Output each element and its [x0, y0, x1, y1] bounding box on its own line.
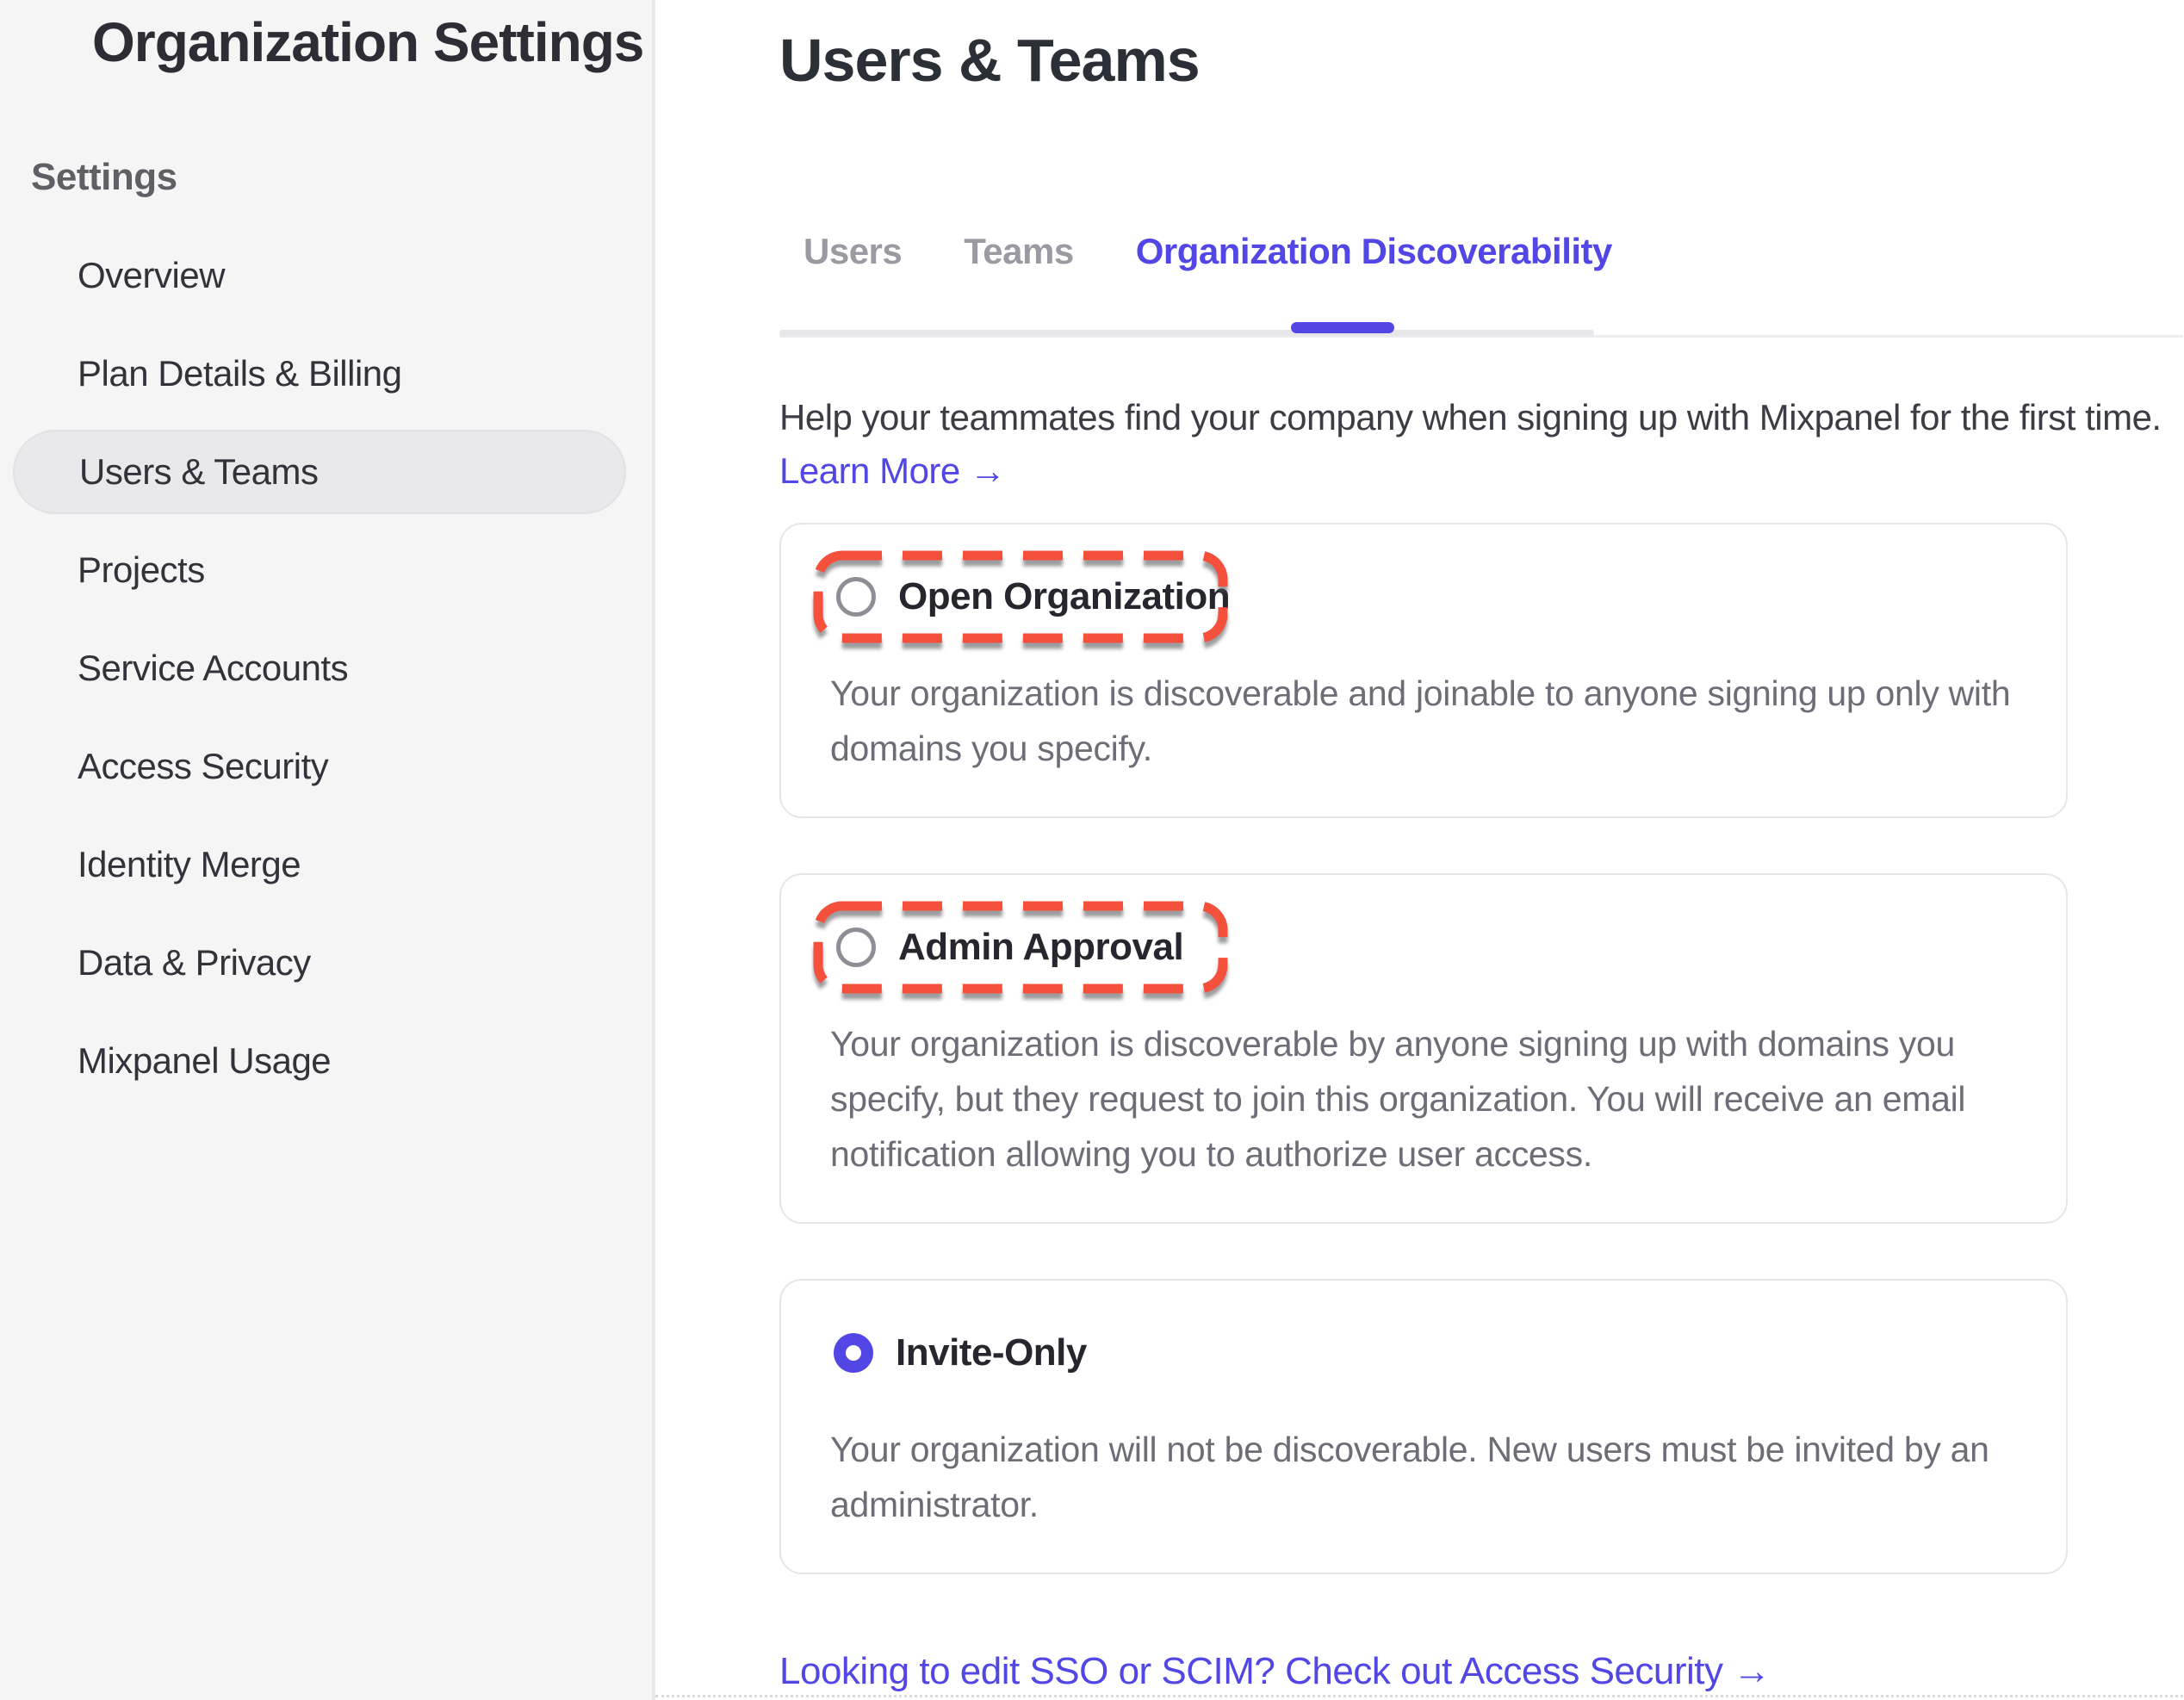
arrow-right-icon: →	[970, 450, 1006, 491]
intro-text: Help your teammates find your company wh…	[779, 393, 2184, 443]
footer-link-label: Looking to edit SSO or SCIM? Check out A…	[779, 1650, 1723, 1692]
option-description-admin-approval: Your organization is discoverable by any…	[830, 1016, 2036, 1182]
tab-bar: Users Teams Organization Discoverability	[779, 207, 2184, 338]
sidebar-item-projects[interactable]: Projects	[0, 521, 652, 619]
annotation-box-admin-approval: Admin Approval	[813, 901, 1228, 994]
option-row-invite-only: Invite-Only	[813, 1306, 2066, 1399]
option-title-admin-approval: Admin Approval	[898, 926, 1183, 969]
tab-organization-discoverability[interactable]: Organization Discoverability	[1136, 227, 1612, 338]
tab-teams[interactable]: Teams	[964, 227, 1073, 338]
option-description-open-organization: Your organization is discoverable and jo…	[830, 666, 2036, 776]
annotation-box-open-organization: Open Organization	[813, 550, 1228, 643]
page: Organization Settings Settings Overview …	[0, 0, 2184, 1700]
page-title: Users & Teams	[779, 26, 2184, 95]
radio-admin-approval[interactable]	[836, 928, 876, 967]
radio-selected-dot	[846, 1345, 861, 1361]
footer-access-security-link[interactable]: Looking to edit SSO or SCIM? Check out A…	[779, 1647, 1771, 1697]
sidebar-section-label: Settings	[31, 156, 652, 199]
sidebar-item-identity-merge[interactable]: Identity Merge	[0, 816, 652, 914]
radio-invite-only[interactable]	[834, 1333, 873, 1373]
sidebar-item-data-privacy[interactable]: Data & Privacy	[0, 914, 652, 1012]
arrow-right-icon: →	[1733, 1650, 1771, 1692]
option-description-invite-only: Your organization will not be discoverab…	[830, 1422, 2036, 1532]
option-title-invite-only: Invite-Only	[896, 1331, 1087, 1374]
sidebar-item-overview[interactable]: Overview	[0, 226, 652, 325]
radio-open-organization[interactable]	[836, 577, 876, 617]
sidebar: Organization Settings Settings Overview …	[0, 0, 655, 1700]
main-content: Users & Teams Users Teams Organization D…	[655, 0, 2184, 1700]
tab-users[interactable]: Users	[803, 227, 902, 338]
learn-more-link[interactable]: Learn More →	[779, 446, 1005, 496]
sidebar-item-service-accounts[interactable]: Service Accounts	[0, 619, 652, 717]
active-tab-indicator	[1291, 322, 1394, 333]
sidebar-item-users-teams[interactable]: Users & Teams	[13, 430, 626, 514]
bottom-crop-dotted-line	[655, 1695, 2183, 1697]
sidebar-item-access-security[interactable]: Access Security	[0, 717, 652, 816]
sidebar-item-mixpanel-usage[interactable]: Mixpanel Usage	[0, 1012, 652, 1110]
option-title-open-organization: Open Organization	[898, 575, 1230, 618]
sidebar-nav: Overview Plan Details & Billing Users & …	[0, 226, 652, 1110]
option-card-admin-approval: Admin Approval Your organization is disc…	[779, 873, 2068, 1224]
sidebar-title: Organization Settings	[92, 10, 652, 74]
option-card-open-organization: Open Organization Your organization is d…	[779, 523, 2068, 818]
tab-baseline	[779, 330, 1594, 336]
sidebar-item-plan-details-billing[interactable]: Plan Details & Billing	[0, 325, 652, 423]
learn-more-label: Learn More	[779, 450, 960, 491]
option-card-invite-only: Invite-Only Your organization will not b…	[779, 1279, 2068, 1574]
